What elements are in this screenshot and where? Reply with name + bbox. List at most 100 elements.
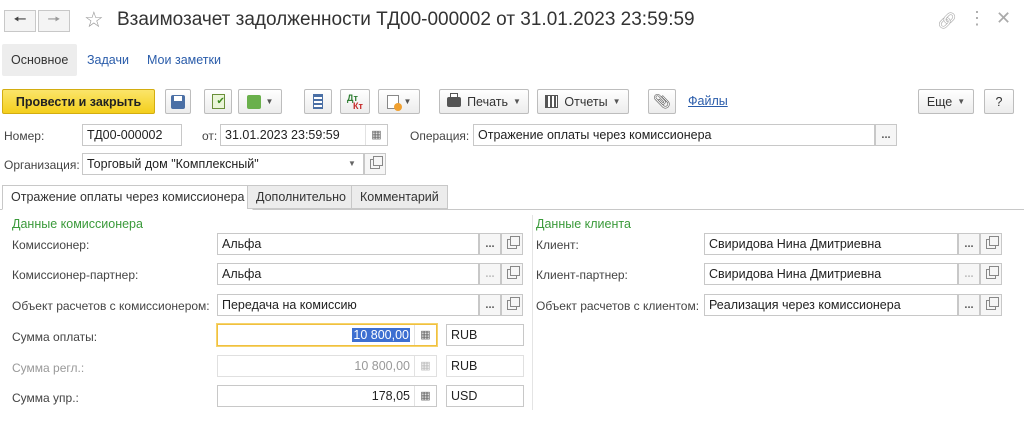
commissioner-partner-open-button[interactable] xyxy=(501,263,523,285)
link-icon[interactable]: 🔗︎ xyxy=(937,11,957,31)
calendar-icon[interactable]: ▦ xyxy=(365,125,387,145)
regulated-amount-field: 10 800,00 ▦ xyxy=(217,355,437,377)
client-partner-select-button[interactable]: ... xyxy=(958,263,980,285)
organization-label: Организация: xyxy=(4,158,80,172)
commissioner-settlement-open-button[interactable] xyxy=(501,294,523,316)
tab-my-notes[interactable]: Мои заметки xyxy=(147,44,221,76)
client-settlement-open-button[interactable] xyxy=(980,294,1002,316)
arrow-right-icon: 🠖 xyxy=(47,10,61,28)
number-label: Номер: xyxy=(4,129,45,143)
print-label: Печать xyxy=(467,94,509,109)
close-icon[interactable]: ✕ xyxy=(996,8,1011,29)
reports-icon xyxy=(545,95,559,108)
save-button[interactable] xyxy=(165,89,191,114)
payment-currency-field[interactable]: RUB xyxy=(446,324,524,346)
commissioner-partner-select-button[interactable]: ... xyxy=(479,263,501,285)
client-field[interactable]: Свиридова Нина Дмитриевна xyxy=(704,233,958,255)
print-button[interactable]: Печать ▼ xyxy=(439,89,529,114)
back-button[interactable]: 🠔 xyxy=(4,10,36,32)
regulated-amount-label: Сумма регл.: xyxy=(12,361,85,375)
reports-label: Отчеты xyxy=(564,94,608,109)
client-label: Клиент: xyxy=(536,238,579,252)
operation-label: Операция: xyxy=(410,129,470,143)
commissioner-settlement-select-button[interactable]: ... xyxy=(479,294,501,316)
list-icon xyxy=(313,94,323,109)
date-field[interactable]: 31.01.2023 23:59:59 ▦ xyxy=(220,124,388,146)
kt-label: Кт xyxy=(353,100,363,111)
post-and-close-button[interactable]: Провести и закрыть xyxy=(2,89,155,114)
tab-main[interactable]: Основное xyxy=(2,44,78,76)
payment-amount-label: Сумма оплаты: xyxy=(12,330,98,344)
payment-amount-field[interactable]: 10 800,00 ▦ xyxy=(217,324,437,346)
commissioner-field[interactable]: Альфа xyxy=(217,233,479,255)
commissioner-settlement-field[interactable]: Передача на комиссию xyxy=(217,294,479,316)
commissioner-open-button[interactable] xyxy=(501,233,523,255)
dt-kt-icon: Дт Кт xyxy=(347,93,363,111)
management-amount-value: 178,05 xyxy=(371,389,410,403)
chevron-down-icon: ▼ xyxy=(612,97,621,106)
post-document-icon: ✔ xyxy=(211,94,225,109)
client-open-button[interactable] xyxy=(980,233,1002,255)
attach-button[interactable]: 📎︎ xyxy=(648,89,676,114)
client-settlement-select-button[interactable]: ... xyxy=(958,294,980,316)
operation-select-button[interactable]: ... xyxy=(875,124,897,146)
calculator-icon: ▦ xyxy=(414,356,436,376)
commissioner-partner-label: Комиссионер-партнер: xyxy=(12,268,139,282)
files-link[interactable]: Файлы xyxy=(688,94,728,108)
client-partner-field[interactable]: Свиридова Нина Дмитриевна xyxy=(704,263,958,285)
commissioner-select-button[interactable]: ... xyxy=(479,233,501,255)
paperclip-icon: 📎︎ xyxy=(653,93,671,109)
forward-button[interactable]: 🠖 xyxy=(38,10,70,32)
chevron-down-icon: ▼ xyxy=(265,97,274,106)
document-structure-icon xyxy=(386,94,402,111)
tab-commission-payment[interactable]: Отражение оплаты через комиссионера xyxy=(2,185,254,210)
operation-field[interactable]: Отражение оплаты через комиссионера xyxy=(473,124,875,146)
client-settlement-field[interactable]: Реализация через комиссионера xyxy=(704,294,958,316)
management-amount-field[interactable]: 178,05 ▦ xyxy=(217,385,437,407)
client-partner-label: Клиент-партнер: xyxy=(536,268,628,282)
calculator-icon[interactable]: ▦ xyxy=(414,386,436,406)
date-label: от: xyxy=(202,129,218,143)
commissioner-settlement-label: Объект расчетов с комиссионером: xyxy=(12,299,210,313)
management-amount-label: Сумма упр.: xyxy=(12,391,79,405)
dt-kt-button[interactable]: Дт Кт xyxy=(340,89,370,114)
open-icon xyxy=(986,266,999,279)
organization-open-button[interactable] xyxy=(364,153,386,175)
arrow-left-icon: 🠔 xyxy=(13,10,27,28)
post-button[interactable]: ✔ xyxy=(204,89,232,114)
document-list-button[interactable] xyxy=(304,89,332,114)
organization-field[interactable]: Торговый дом "Комплексный" ▼ xyxy=(82,153,364,175)
printer-icon xyxy=(447,92,462,107)
reports-button[interactable]: Отчеты ▼ xyxy=(537,89,629,114)
calculator-icon[interactable]: ▦ xyxy=(414,325,436,345)
tab-comment[interactable]: Комментарий xyxy=(351,185,448,209)
save-icon xyxy=(171,94,185,109)
client-settlement-label: Объект расчетов с клиентом: xyxy=(536,299,700,313)
client-select-button[interactable]: ... xyxy=(958,233,980,255)
chevron-down-icon: ▼ xyxy=(403,97,412,106)
more-label: Еще xyxy=(926,94,953,109)
chevron-down-icon: ▼ xyxy=(513,97,521,106)
number-field[interactable]: ТД00-000002 xyxy=(82,124,182,146)
client-partner-open-button[interactable] xyxy=(980,263,1002,285)
help-button[interactable]: ? xyxy=(984,89,1014,114)
chevron-down-icon[interactable]: ▼ xyxy=(341,154,363,174)
regulated-amount-value: 10 800,00 xyxy=(354,359,410,373)
create-based-on-button[interactable]: ▼ xyxy=(238,89,282,114)
window-title: Взаимозачет задолженности ТД00-000002 от… xyxy=(117,9,695,30)
management-currency-field[interactable]: USD xyxy=(446,385,524,407)
more-button[interactable]: Еще ▼ xyxy=(918,89,974,114)
more-vertical-icon[interactable]: ⋮ xyxy=(968,8,986,29)
create-based-icon xyxy=(246,94,261,109)
tab-additional[interactable]: Дополнительно xyxy=(247,185,355,209)
chevron-down-icon: ▼ xyxy=(957,97,966,106)
structure-button[interactable]: ▼ xyxy=(378,89,420,114)
regulated-currency-field: RUB xyxy=(446,355,524,377)
client-group-title: Данные клиента xyxy=(536,217,631,231)
open-icon xyxy=(507,297,520,310)
tab-tasks[interactable]: Задачи xyxy=(87,44,129,76)
commissioner-partner-field[interactable]: Альфа xyxy=(217,263,479,285)
open-icon xyxy=(986,236,999,249)
star-icon[interactable]: ☆ xyxy=(84,7,104,33)
payment-amount-value: 10 800,00 xyxy=(352,328,410,342)
